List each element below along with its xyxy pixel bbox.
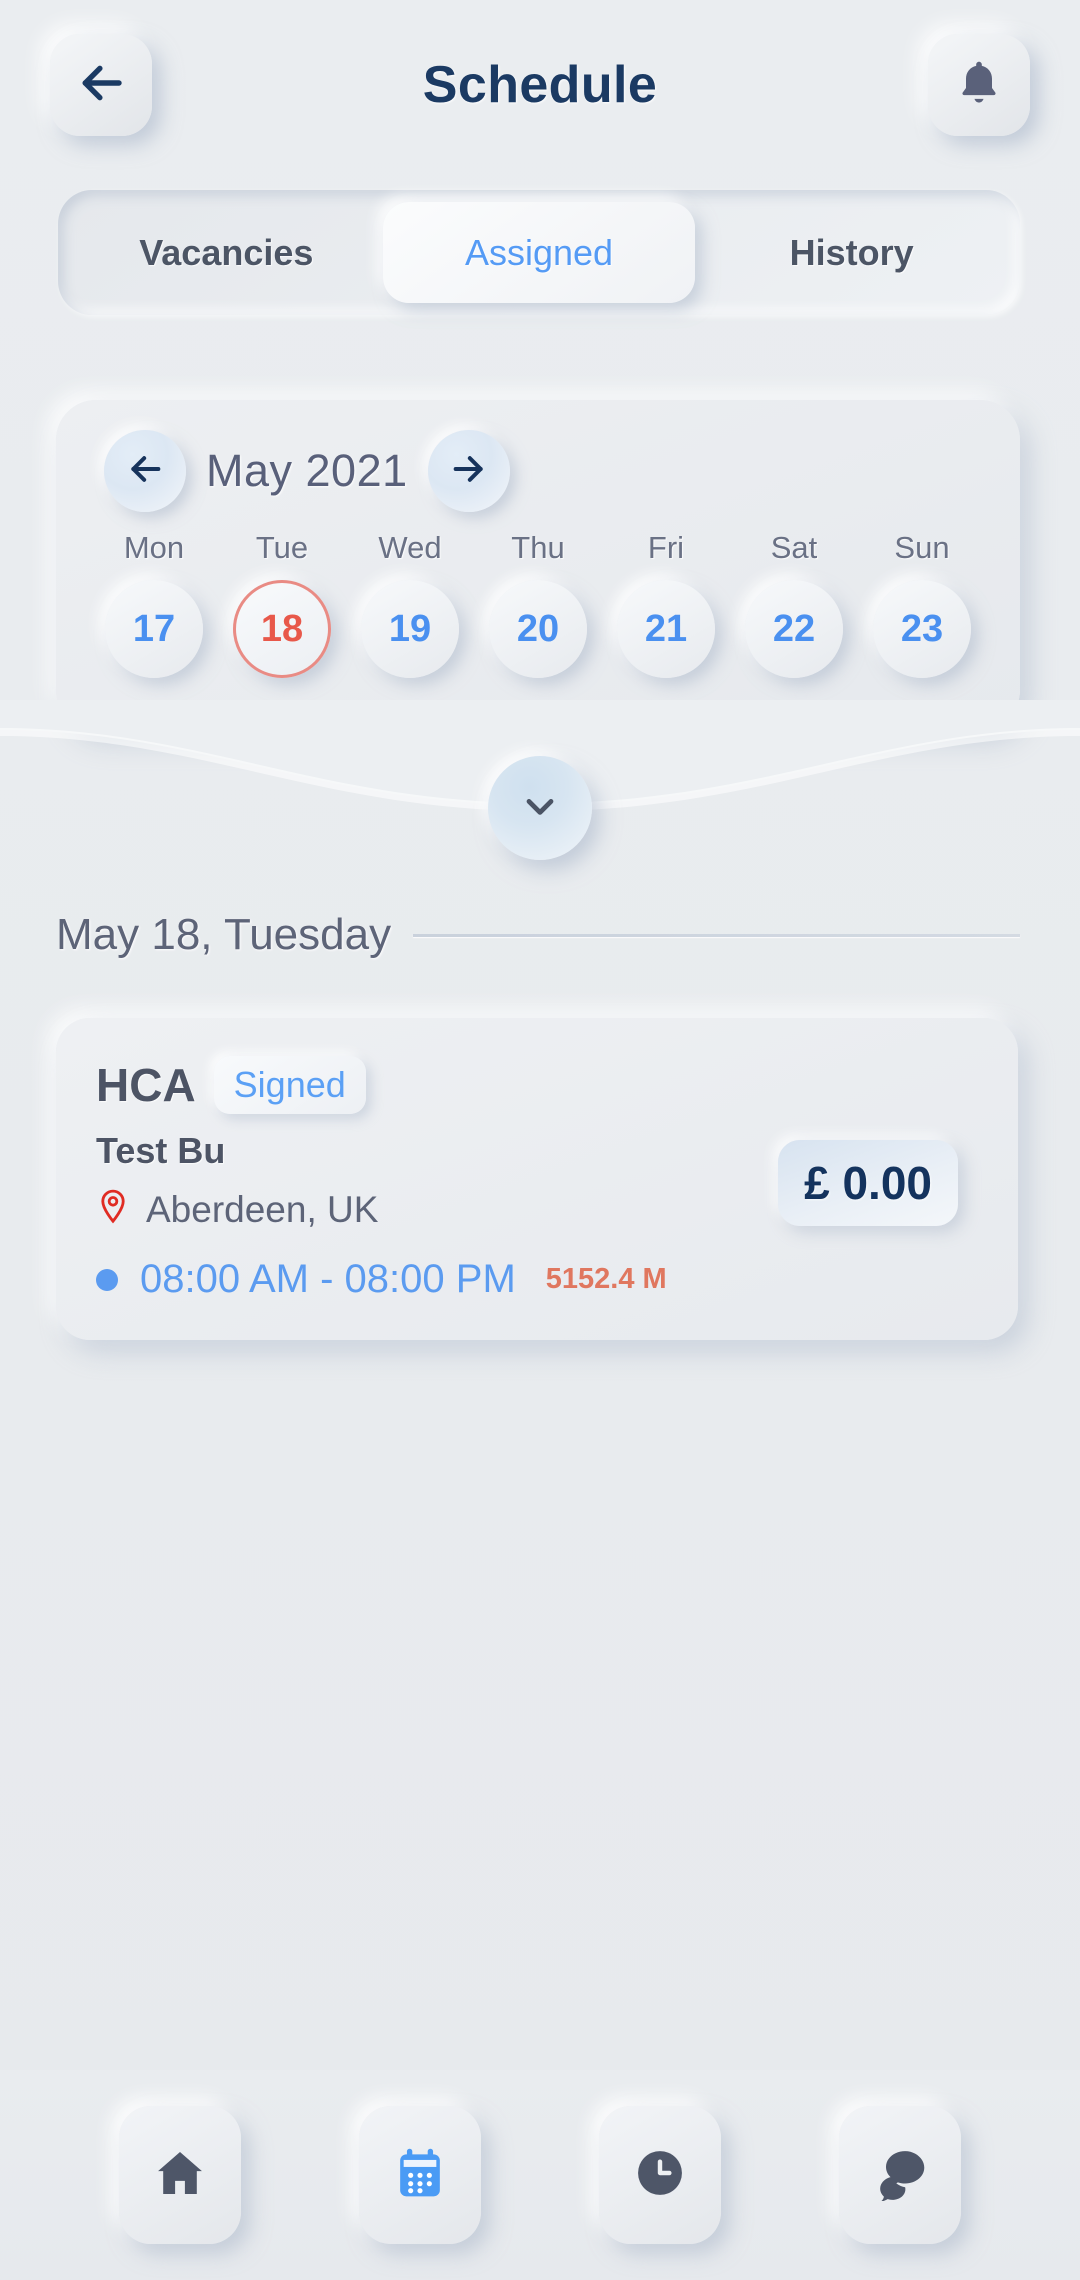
date-cell: 19 [346, 580, 474, 678]
back-button[interactable] [50, 34, 152, 136]
job-time-range: 08:00 AM - 08:00 PM [140, 1257, 516, 1301]
next-month-button[interactable] [427, 430, 510, 512]
status-dot-icon [96, 1268, 118, 1291]
date-cell: 20 [474, 580, 602, 678]
weekday-label: Tue [255, 530, 309, 565]
calendar-header: May 2021 [56, 400, 1020, 512]
date-19[interactable]: 19 [361, 580, 459, 678]
divider [413, 933, 1020, 937]
date-20[interactable]: 20 [489, 580, 587, 678]
job-distance: 5152.4 M [545, 1263, 667, 1295]
date-23[interactable]: 23 [873, 580, 971, 678]
calendar-icon [392, 2145, 448, 2206]
prev-month-button[interactable] [104, 430, 186, 512]
weekday-label: Sun [894, 530, 950, 565]
nav-chat[interactable] [839, 2106, 961, 2244]
map-pin-icon [96, 1188, 130, 1231]
date-cell: 17 [90, 580, 218, 678]
weekday-label: Sat [770, 530, 818, 565]
job-location: Aberdeen, UK [146, 1188, 379, 1230]
tab-vacancies[interactable]: Vacancies [70, 202, 383, 303]
clock-icon [632, 2145, 688, 2206]
job-time-row: 08:00 AM - 08:00 PM 5152.4 M [96, 1257, 978, 1302]
tab-history[interactable]: History [695, 202, 1008, 303]
date-cell: 23 [858, 580, 986, 678]
job-title-row: HCA Signed [96, 1056, 978, 1114]
job-role: HCA [96, 1059, 196, 1111]
expand-calendar-button[interactable] [488, 756, 592, 860]
chat-icon [872, 2145, 928, 2206]
weekday-label: Fri [647, 530, 685, 565]
date-cell: 21 [602, 580, 730, 678]
date-18-selected[interactable]: 18 [233, 580, 331, 678]
tab-assigned[interactable]: Assigned [382, 202, 696, 303]
bottom-navigation [0, 2070, 1080, 2280]
date-22[interactable]: 22 [745, 580, 843, 678]
date-17[interactable]: 17 [105, 580, 203, 678]
weekday-row: Mon Tue Wed Thu Fri Sat Sun [56, 512, 1020, 566]
chevron-down-icon [518, 784, 562, 833]
page-title: Schedule [422, 56, 658, 114]
date-cell: 22 [730, 580, 858, 678]
date-cell: 18 [218, 580, 346, 678]
nav-home[interactable] [119, 2106, 241, 2244]
bell-icon [953, 57, 1005, 114]
weekday-label: Wed [378, 530, 442, 565]
date-21[interactable]: 21 [617, 580, 715, 678]
date-heading: May 18, Tuesday [56, 910, 392, 959]
date-section-header: May 18, Tuesday [56, 910, 1020, 960]
job-price: £ 0.00 [778, 1140, 958, 1226]
notifications-button[interactable] [928, 34, 1030, 136]
arrow-left-icon [74, 56, 128, 115]
job-card[interactable]: HCA Signed Test Bu Aberdeen, UK 08:00 AM… [56, 1018, 1018, 1340]
arrow-right-icon [449, 449, 489, 494]
app-header: Schedule [0, 0, 1080, 170]
month-label: May 2021 [206, 445, 408, 496]
nav-history[interactable] [599, 2106, 721, 2244]
nav-calendar[interactable] [359, 2106, 481, 2244]
date-row: 17 18 19 20 21 22 23 [56, 566, 1020, 678]
arrow-left-icon [125, 449, 165, 494]
segment-tabs: Vacancies Assigned History [58, 190, 1020, 315]
calendar-card: May 2021 Mon Tue Wed Thu Fri Sat Sun 17 [56, 400, 1020, 730]
status-badge: Signed [213, 1056, 366, 1114]
weekday-label: Thu [511, 530, 565, 565]
home-icon [152, 2145, 208, 2206]
weekday-label: Mon [123, 530, 185, 565]
schedule-screen: Schedule Vacancies Assigned History May … [0, 0, 1080, 2280]
